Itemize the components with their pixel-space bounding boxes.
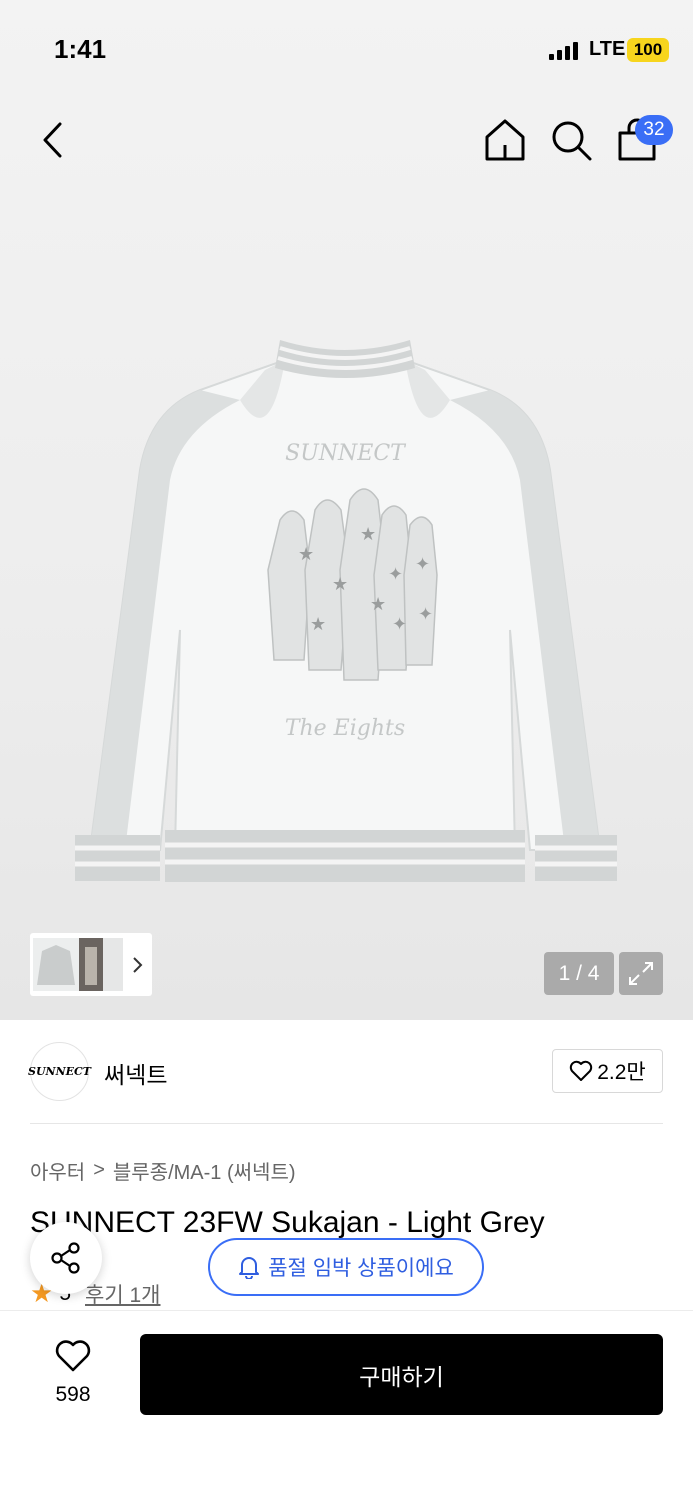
battery-icon: 100 [627,38,669,62]
fullscreen-button[interactable] [619,952,663,995]
breadcrumb-subcategory[interactable]: 블루종/MA-1 (써넥트) [113,1156,296,1185]
share-icon [51,1242,80,1274]
svg-text:★: ★ [370,594,386,615]
network-label: LTE [589,38,626,60]
signal-icon [549,42,578,60]
breadcrumb-separator: > [93,1159,105,1181]
chevron-right-icon [133,957,143,973]
embroidery-top-text: SUNNECT [285,441,407,466]
search-icon [552,121,592,161]
heart-icon [55,1340,91,1372]
svg-text:✦: ✦ [418,604,433,625]
image-counter: 1 / 4 [544,952,614,995]
svg-text:✦: ✦ [392,614,407,635]
svg-text:✦: ✦ [388,564,403,585]
home-button[interactable] [482,117,528,163]
share-button[interactable] [30,1222,102,1294]
svg-text:★: ★ [360,524,376,545]
divider [30,1123,663,1124]
product-title: SUNNECT 23FW Sukajan - Light Grey [30,1206,545,1239]
brand-logo[interactable]: SUNNECT [28,1042,91,1101]
brand-name[interactable]: 써넥트 [104,1056,167,1090]
review-link[interactable]: 후기 1개 [85,1279,160,1309]
cart-count-badge: 32 [635,115,673,145]
toast-message: 품절 임박 상품이에요 [268,1257,454,1280]
brand-like-button[interactable]: 2.2만 [552,1049,663,1093]
status-bar: 1:41 LTE 100 [0,0,693,100]
product-image[interactable]: SUNNECT The Eights ★★★ ★★✦ ✦✦✦ [70,330,620,890]
heart-icon [570,1060,593,1081]
breadcrumb: 아우터 > 블루종/MA-1 (써넥트) [30,1156,296,1185]
home-icon [485,119,525,161]
svg-text:★: ★ [332,574,348,595]
buy-button[interactable]: 구매하기 [140,1334,663,1415]
low-stock-toast: 품절 임박 상품이에요 [208,1238,484,1296]
svg-text:★: ★ [310,614,326,635]
status-time: 1:41 [54,34,107,64]
brand-logo-text: SUNNECT [28,1065,91,1078]
back-button[interactable] [34,118,74,162]
embroidery-bottom-text: The Eights [285,716,405,741]
brand-like-count: 2.2만 [597,1061,646,1084]
chevron-left-icon [43,122,62,158]
bell-icon [239,1257,260,1279]
thumbnail-strip[interactable] [30,933,152,996]
breadcrumb-category[interactable]: 아우터 [30,1156,85,1185]
search-button[interactable] [548,117,594,163]
wishlist-button[interactable]: 598 [40,1338,106,1407]
svg-text:★: ★ [298,544,314,565]
svg-text:✦: ✦ [415,554,430,575]
thumbnail-images [33,938,143,991]
expand-icon [629,962,653,985]
wishlist-count: 598 [55,1383,91,1406]
